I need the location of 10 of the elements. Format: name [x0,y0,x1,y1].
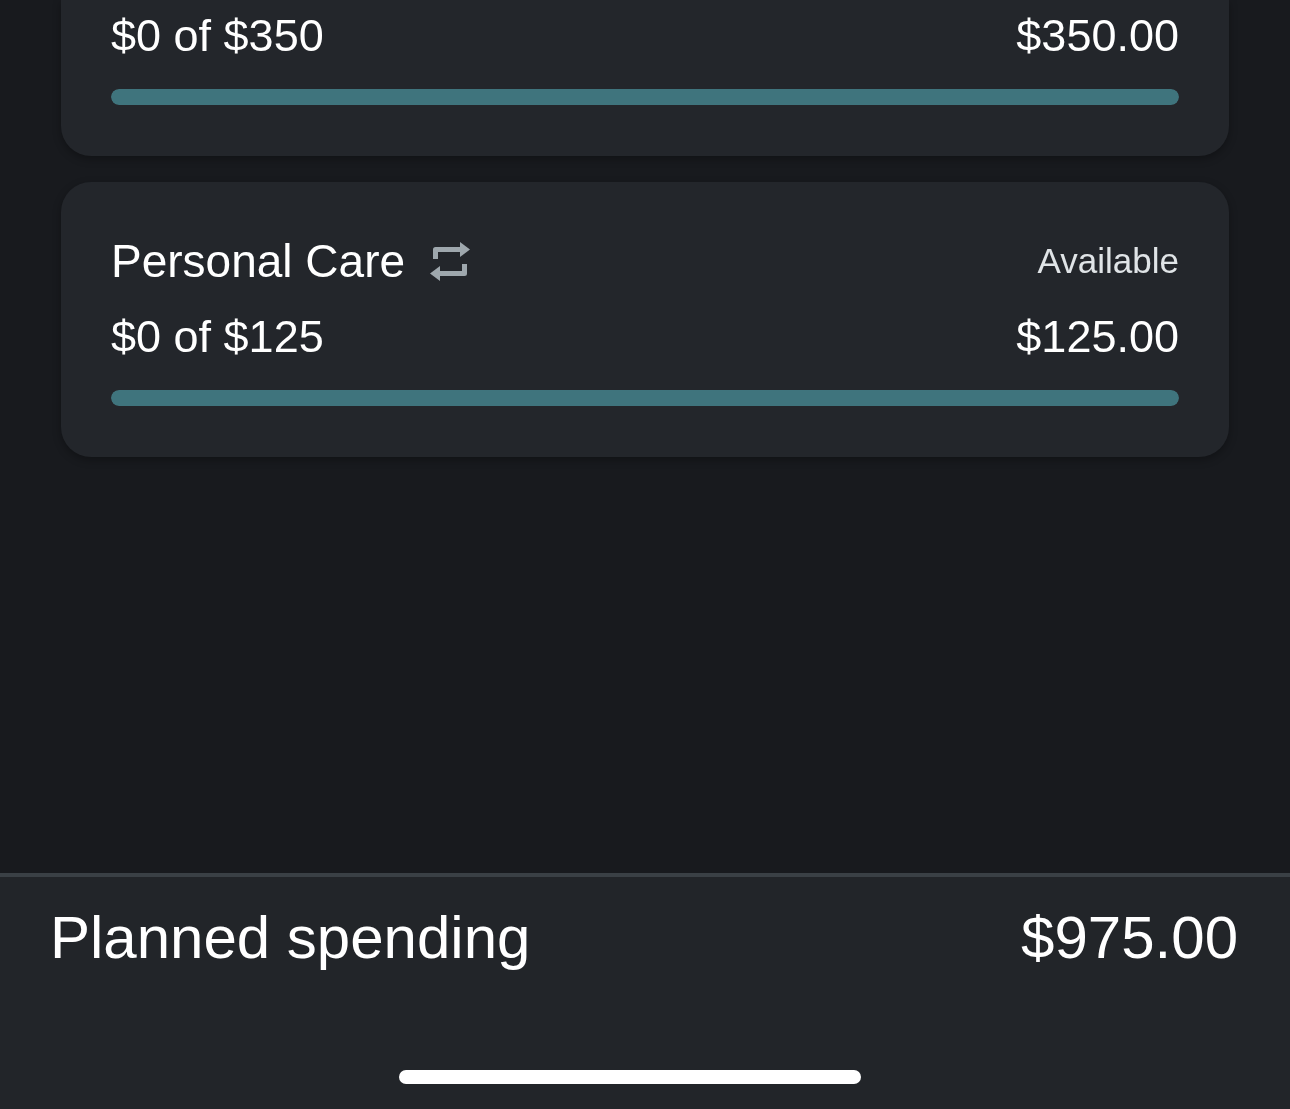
budget-card[interactable]: Personal Care Available $0 of $125 $125.00 [61,182,1229,457]
available-label: Available [1037,240,1179,282]
spent-of-budget: $0 of $125 [111,311,324,363]
spent-of-budget: $0 of $350 [111,10,324,62]
budget-card[interactable]: $0 of $350 $350.00 [61,0,1229,156]
available-amount: $125.00 [1016,311,1179,363]
planned-spending-total: $975.00 [1021,904,1238,972]
available-amount: $350.00 [1016,10,1179,62]
planned-spending-label: Planned spending [50,904,531,972]
category-title: Personal Care [111,234,406,288]
